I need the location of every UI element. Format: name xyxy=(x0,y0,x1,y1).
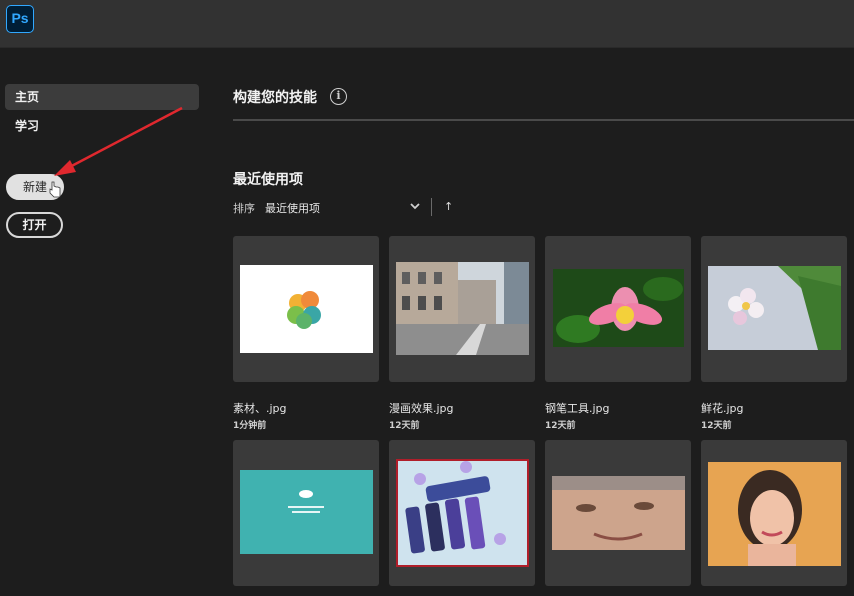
file-card[interactable] xyxy=(389,440,535,586)
file-time: 12天前 xyxy=(701,421,732,431)
file-time: 12天前 xyxy=(545,421,576,431)
sort-label: 排序 xyxy=(233,202,255,215)
sort-direction-icon[interactable]: ↑ xyxy=(444,200,453,213)
file-time: 12天前 xyxy=(389,421,420,431)
file-card[interactable] xyxy=(545,440,691,586)
info-icon[interactable]: i xyxy=(330,88,347,105)
app-header: Ps xyxy=(0,0,854,48)
recent-title: 最近使用项 xyxy=(233,172,303,188)
sort-separator xyxy=(431,198,432,216)
file-card[interactable] xyxy=(545,236,691,382)
file-name[interactable]: 钢笔工具.jpg xyxy=(545,400,610,416)
file-name[interactable]: 鲜花.jpg xyxy=(701,400,744,416)
photoshop-logo: Ps xyxy=(6,5,34,33)
file-card[interactable] xyxy=(701,236,847,382)
file-card[interactable] xyxy=(389,236,535,382)
red-arrow-annotation xyxy=(54,106,183,176)
file-card[interactable] xyxy=(233,440,379,586)
hand-cursor-icon xyxy=(49,181,61,198)
street-photo-thumbnail xyxy=(396,262,529,355)
file-name[interactable]: 漫画效果.jpg xyxy=(389,400,454,416)
portrait-photo-thumbnail xyxy=(708,462,841,566)
file-card[interactable] xyxy=(233,236,379,382)
teal-cloud-screen-thumbnail xyxy=(240,470,373,554)
file-name[interactable]: 素材、.jpg xyxy=(233,400,287,416)
sort-dropdown[interactable]: 最近使用项 xyxy=(265,200,320,216)
lotus-photo-thumbnail xyxy=(553,269,684,347)
chevron-down-icon[interactable] xyxy=(409,201,421,211)
smiling-woman-photo-thumbnail xyxy=(552,476,685,550)
divider xyxy=(233,119,854,121)
file-card[interactable] xyxy=(701,440,847,586)
skills-title: 构建您的技能 xyxy=(233,90,317,106)
logo-circles-thumbnail xyxy=(240,265,373,353)
frangipani-photo-thumbnail xyxy=(708,266,841,350)
open-button[interactable]: 打开 xyxy=(6,212,63,238)
file-time: 1分钟前 xyxy=(233,421,267,431)
phones-photo-thumbnail xyxy=(396,459,529,567)
